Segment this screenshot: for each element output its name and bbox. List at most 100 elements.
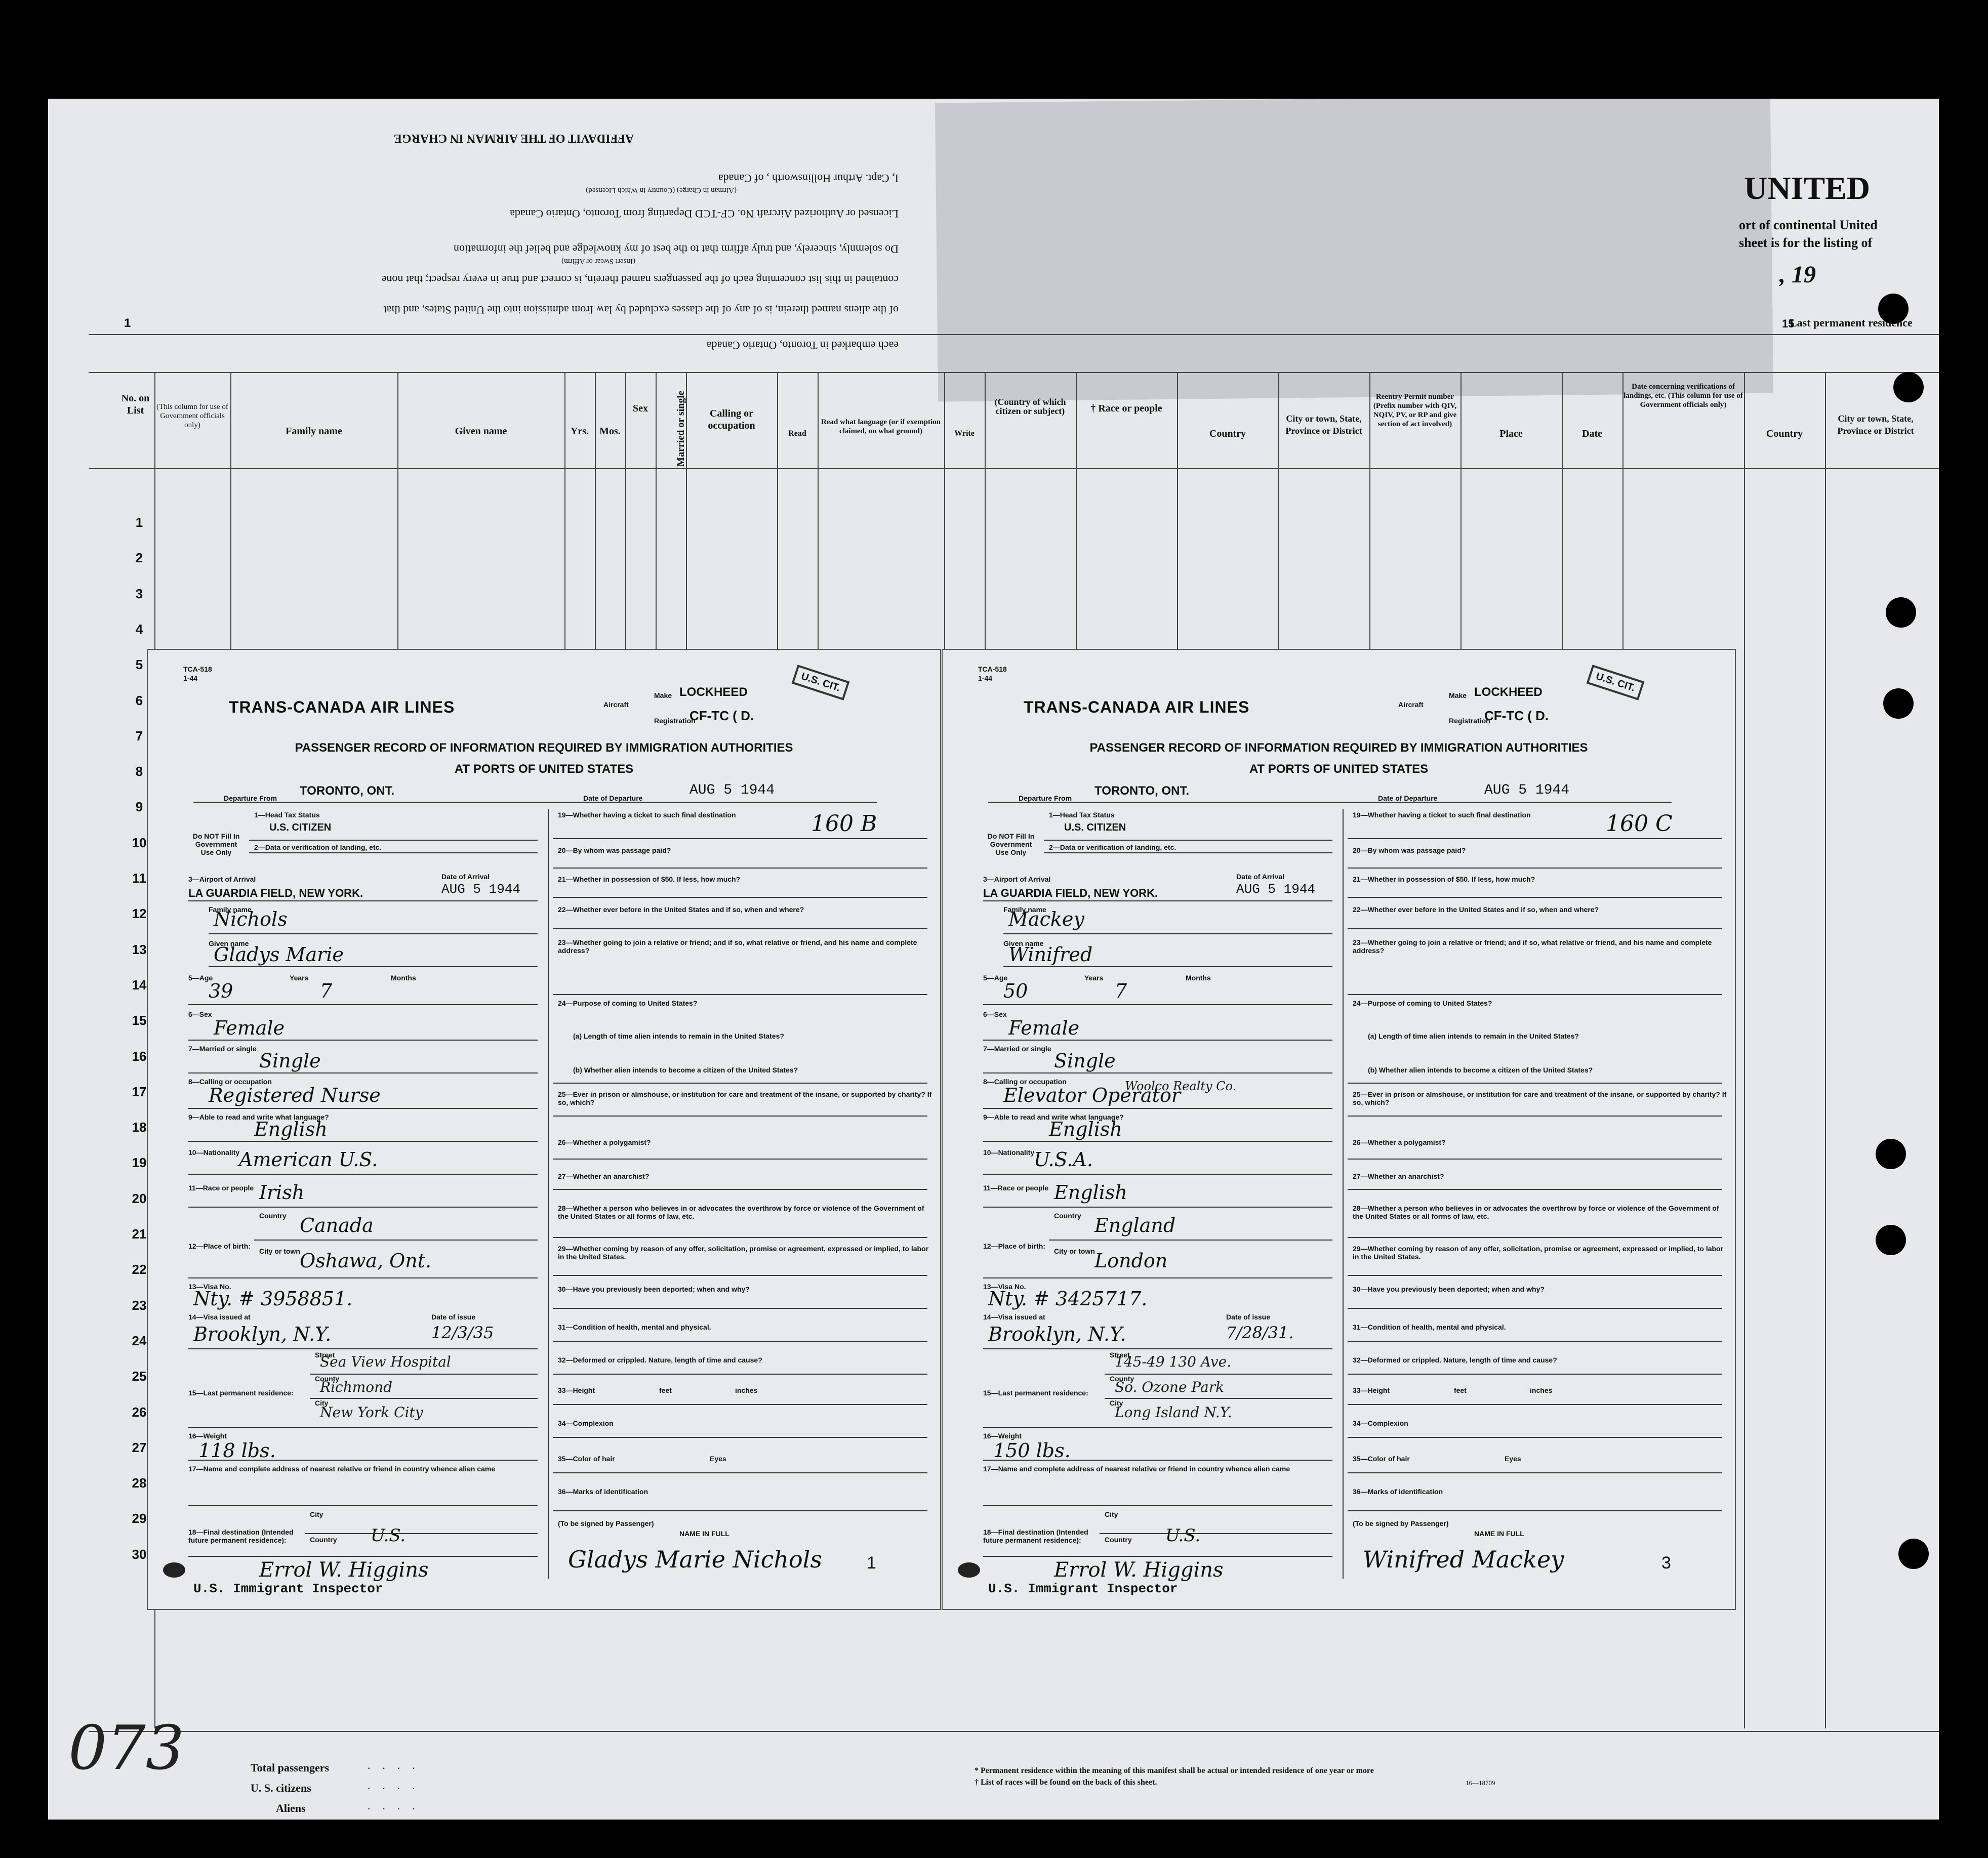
q24b-label: (b) Whether alien intends to become a ci… bbox=[573, 1066, 798, 1074]
make-value: LOCKHEED bbox=[679, 685, 748, 699]
sex-value: Female bbox=[214, 1017, 285, 1039]
q24a-label: (a) Length of time alien intends to rema… bbox=[1368, 1032, 1579, 1040]
handwritten-page-number: 073 bbox=[68, 1713, 185, 1784]
col-read: Read bbox=[788, 429, 806, 438]
eyes-label: Eyes bbox=[1505, 1455, 1521, 1463]
form-title-1: PASSENGER RECORD OF INFORMATION REQUIRED… bbox=[295, 741, 793, 755]
q21-label: 21—Whether in possession of $50. If less… bbox=[558, 875, 741, 883]
q27-label: 27—Whether an anarchist? bbox=[558, 1172, 650, 1180]
visa-no-value: Nty. # 3958851. bbox=[193, 1288, 353, 1310]
q23-label: 23—Whether going to join a relative or f… bbox=[1353, 938, 1712, 955]
aircraft-label: Aircraft bbox=[603, 700, 629, 709]
col-family-name: Family name bbox=[286, 426, 342, 437]
race-value: English bbox=[1054, 1181, 1127, 1204]
row-number: 4 bbox=[135, 622, 143, 637]
sheet-title: UNITED bbox=[1744, 170, 1870, 206]
occupation-value: Elevator Operator bbox=[1003, 1084, 1181, 1106]
nationality-value: U.S.A. bbox=[1034, 1148, 1093, 1171]
married-value: Single bbox=[259, 1050, 321, 1072]
q29-label: 29—Whether coming by reason of any offer… bbox=[558, 1245, 929, 1261]
final-destination-label: 18—Final destination (Intended future pe… bbox=[983, 1528, 1088, 1544]
departure-date-value: AUG 5 1944 bbox=[689, 782, 775, 798]
final-country-label: Country bbox=[310, 1536, 337, 1544]
visa-no-value: Nty. # 3425717. bbox=[988, 1288, 1148, 1310]
nearest-relative-label: 17—Name and complete address of nearest … bbox=[983, 1465, 1290, 1473]
affidavit-line1: I, Capt. Arthur Hollinsworth , of Canada bbox=[718, 172, 899, 185]
res-city-value: New York City bbox=[320, 1404, 423, 1421]
q22-label: 22—Whether ever before in the United Sta… bbox=[558, 905, 804, 914]
col-reentry-permit: Reentry Permit number (Prefix number wit… bbox=[1373, 393, 1457, 428]
nationality-value: American U.S. bbox=[239, 1148, 378, 1171]
weight-label: 16—Weight bbox=[188, 1432, 227, 1440]
inspector-label: U.S. Immigrant Inspector bbox=[193, 1581, 383, 1596]
family-name-value: Nichols bbox=[214, 908, 288, 930]
weight-label: 16—Weight bbox=[983, 1432, 1022, 1440]
form-date: 1-44 bbox=[978, 674, 993, 682]
final-country-value: U.S. bbox=[1165, 1525, 1201, 1546]
do-not-fill-label: Do NOT Fill In Government Use Only bbox=[987, 832, 1035, 856]
footnote-1: * Permanent residence within the meaning… bbox=[975, 1766, 1374, 1775]
visa-issued-value: Brooklyn, N.Y. bbox=[988, 1323, 1126, 1345]
nationality-label: 10—Nationality bbox=[983, 1148, 1035, 1157]
age-months-value: 7 bbox=[320, 980, 333, 1002]
to-be-signed-label: (To be signed by Passenger) bbox=[558, 1519, 654, 1527]
years-label: Years bbox=[1084, 974, 1104, 982]
q31-label: 31—Condition of health, mental and physi… bbox=[1353, 1323, 1506, 1331]
months-label: Months bbox=[1186, 974, 1211, 982]
head-tax-value: U.S. CITIZEN bbox=[1064, 822, 1126, 833]
citizen-stamp: U.S. CIT. bbox=[791, 665, 850, 700]
col-mos: Mos. bbox=[599, 426, 621, 437]
q26-label: 26—Whether a polygamist? bbox=[558, 1138, 651, 1146]
q22-label: 22—Whether ever before in the United Sta… bbox=[1353, 905, 1599, 914]
col-married: Married or single bbox=[675, 391, 686, 467]
q25-label: 25—Ever in prison or almshouse, or insti… bbox=[558, 1090, 932, 1106]
months-label: Months bbox=[391, 974, 416, 982]
affidavit-block: AFFIDAVIT OF THE AIRMAN IN CHARGE I, Cap… bbox=[89, 99, 939, 382]
eyes-label: Eyes bbox=[710, 1455, 726, 1463]
citizen-stamp: U.S. CIT. bbox=[1586, 665, 1645, 700]
row-number: 3 bbox=[135, 586, 143, 601]
column-number-15: 15 bbox=[1782, 317, 1795, 330]
col-race: † Race or people bbox=[1090, 403, 1162, 414]
ticket-value: 160 B bbox=[811, 811, 877, 837]
date-of-issue-label: Date of issue bbox=[1226, 1313, 1271, 1321]
col-res-country: Country bbox=[1766, 428, 1803, 439]
q24-label: 24—Purpose of coming to United States? bbox=[1353, 999, 1492, 1007]
feet-label: feet bbox=[659, 1386, 672, 1394]
q28-label: 28—Whether a person who believes in or a… bbox=[1353, 1204, 1719, 1220]
nationality-label: 10—Nationality bbox=[188, 1148, 240, 1157]
page-mark: 3 bbox=[1661, 1553, 1671, 1573]
affidavit-line4: contained in this list concerning each o… bbox=[381, 273, 899, 286]
form-title-1: PASSENGER RECORD OF INFORMATION REQUIRED… bbox=[1089, 741, 1588, 755]
punch-hole bbox=[1898, 1539, 1929, 1569]
inspector-label: U.S. Immigrant Inspector bbox=[988, 1581, 1178, 1596]
q19-label: 19—Whether having a ticket to such final… bbox=[1353, 811, 1531, 819]
col-given-name: Given name bbox=[455, 426, 507, 437]
race-value: Irish bbox=[259, 1181, 305, 1204]
form-id: TCA-518 bbox=[978, 665, 1007, 673]
form-date: 1-44 bbox=[183, 674, 198, 682]
q29-label: 29—Whether coming by reason of any offer… bbox=[1353, 1245, 1724, 1261]
col-country: Country bbox=[1209, 428, 1246, 439]
col-write: Write bbox=[954, 429, 975, 438]
inspector-signature: Errol W. Higgins bbox=[259, 1558, 429, 1582]
birth-country-label: Country bbox=[259, 1212, 287, 1220]
q32-label: 32—Deformed or crippled. Nature, length … bbox=[558, 1356, 762, 1364]
visa-issued-label: 14—Visa issued at bbox=[983, 1313, 1045, 1321]
q26-label: 26—Whether a polygamist? bbox=[1353, 1138, 1446, 1146]
affidavit-line3: Do solemnly, sincerely, and truly affirm… bbox=[454, 243, 899, 256]
departure-from-value: TORONTO, ONT. bbox=[1094, 784, 1190, 798]
inspector-signature: Errol W. Higgins bbox=[1054, 1558, 1224, 1582]
col-place: Place bbox=[1499, 428, 1523, 439]
arrival-date-value: AUG 5 1944 bbox=[441, 882, 521, 897]
departure-date-value: AUG 5 1944 bbox=[1484, 782, 1570, 798]
head-tax-label: 1—Head Tax Status bbox=[1049, 811, 1115, 819]
passenger-signature: Winifred Mackey bbox=[1363, 1546, 1564, 1573]
form-id: TCA-518 bbox=[183, 665, 212, 673]
years-label: Years bbox=[290, 974, 309, 982]
to-be-signed-label: (To be signed by Passenger) bbox=[1353, 1519, 1449, 1527]
birth-city-label: City or town bbox=[259, 1247, 300, 1255]
q20-label: 20—By whom was passage paid? bbox=[1353, 846, 1466, 854]
weight-value: 150 lbs. bbox=[993, 1439, 1071, 1462]
visa-date-value: 7/28/31. bbox=[1226, 1323, 1294, 1342]
